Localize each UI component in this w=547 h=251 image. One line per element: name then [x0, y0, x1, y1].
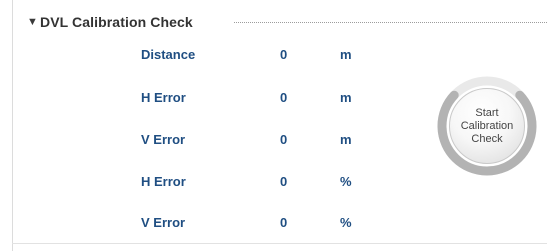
metric-label: V Error: [141, 132, 186, 147]
start-calibration-check-button[interactable]: Start Calibration Check: [449, 88, 525, 164]
metric-value: 0: [280, 90, 288, 105]
metric-row-h-error-pct: H Error 0 %: [0, 174, 420, 190]
section-title: DVL Calibration Check: [40, 14, 193, 30]
metric-unit: m: [340, 47, 352, 62]
panel-left-border: [12, 0, 13, 251]
metric-label: V Error: [141, 215, 186, 230]
metric-row-v-error-m: V Error 0 m: [0, 132, 420, 148]
metric-unit: %: [340, 215, 352, 230]
section-divider: [234, 22, 547, 23]
dvl-calibration-panel: ▼ DVL Calibration Check Distance 0 m H E…: [0, 0, 547, 251]
metric-value: 0: [280, 215, 288, 230]
metric-label: H Error: [141, 90, 186, 105]
metric-label: Distance: [141, 47, 196, 62]
metric-row-h-error-m: H Error 0 m: [0, 90, 420, 106]
metric-value: 0: [280, 47, 288, 62]
metric-unit: m: [340, 90, 352, 105]
metric-row-v-error-pct: V Error 0 %: [0, 215, 420, 231]
metric-label: H Error: [141, 174, 186, 189]
start-calibration-label: Start Calibration Check: [460, 106, 514, 145]
section-header-toggle[interactable]: ▼ DVL Calibration Check: [27, 13, 193, 31]
metric-unit: %: [340, 174, 352, 189]
panel-bottom-border: [12, 243, 547, 244]
metric-unit: m: [340, 132, 352, 147]
metric-value: 0: [280, 132, 288, 147]
collapse-triangle-icon[interactable]: ▼: [27, 14, 40, 30]
metric-row-distance: Distance 0 m: [0, 47, 420, 63]
calibration-button-wrap: Start Calibration Check: [436, 75, 538, 177]
metric-value: 0: [280, 174, 288, 189]
